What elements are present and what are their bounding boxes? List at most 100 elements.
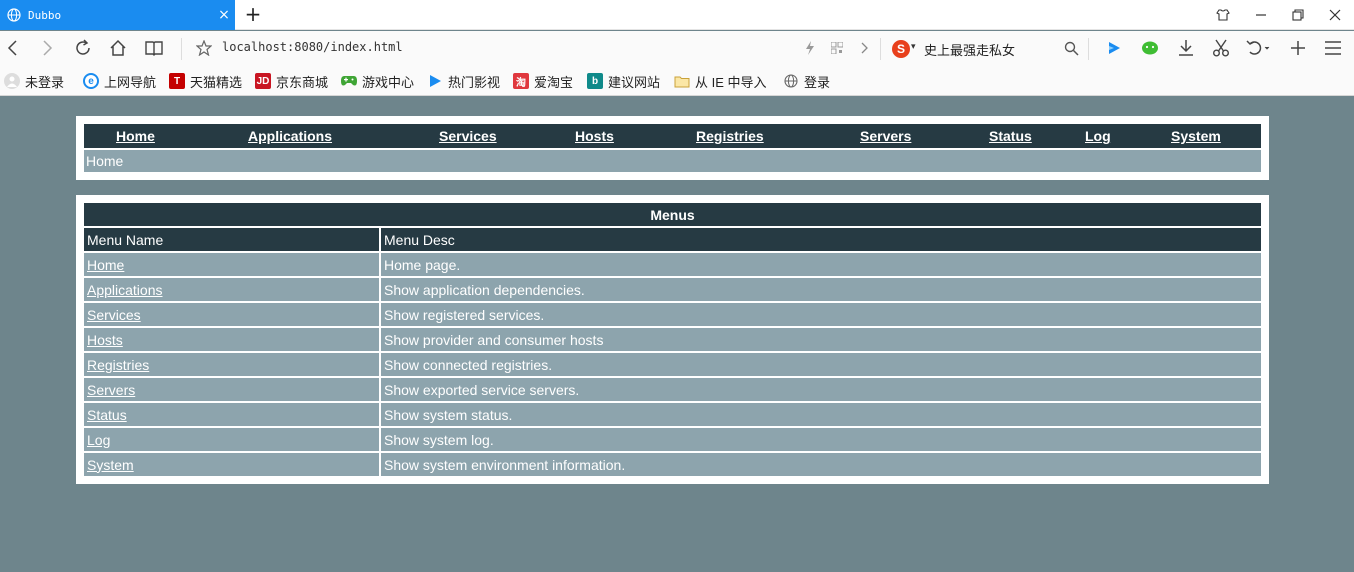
forward-icon[interactable] — [34, 35, 60, 61]
menu-icon[interactable] — [1320, 35, 1346, 61]
menu-link-home[interactable]: Home — [87, 257, 124, 273]
nav-registries[interactable]: Registries — [696, 128, 764, 144]
menu-link-status[interactable]: Status — [87, 407, 127, 423]
menu-desc: Show connected registries. — [381, 353, 1261, 378]
skin-icon[interactable] — [1205, 0, 1241, 30]
nav-panel: Home Applications Services Hosts Registr… — [76, 116, 1269, 180]
table-row: Services Show registered services. — [84, 303, 1261, 328]
new-tab-button[interactable]: + — [243, 4, 263, 26]
video-play-icon — [427, 73, 443, 89]
download-icon[interactable] — [1173, 35, 1199, 61]
menu-desc: Show system environment information. — [381, 453, 1261, 476]
nav-applications[interactable]: Applications — [248, 128, 332, 144]
nav-home[interactable]: Home — [116, 128, 155, 144]
taobao-icon: 淘 — [513, 73, 529, 89]
undo-icon[interactable] — [1245, 35, 1271, 61]
menu-link-servers[interactable]: Servers — [87, 382, 135, 398]
chevron-down-icon[interactable]: ▾ — [911, 41, 916, 52]
breadcrumb: Home — [84, 150, 1261, 172]
bookmark-games[interactable]: 游戏中心 — [341, 72, 414, 90]
table-row: Registries Show connected registries. — [84, 353, 1261, 378]
menu-link-registries[interactable]: Registries — [87, 357, 149, 373]
minimize-icon[interactable] — [1243, 0, 1279, 30]
header-menu-name: Menu Name — [84, 228, 381, 253]
gamepad-icon — [341, 73, 357, 89]
tab-dubbo[interactable]: Dubbo × — [0, 0, 235, 30]
table-row: Hosts Show provider and consumer hosts — [84, 328, 1261, 353]
table-row: Home Home page. — [84, 253, 1261, 278]
bookmark-video[interactable]: 热门影视 — [427, 72, 500, 90]
search-box[interactable]: S ▾ 史上最强走私女 — [888, 37, 1084, 61]
tab-close-icon[interactable]: × — [213, 7, 235, 23]
refresh-icon[interactable] — [70, 35, 96, 61]
table-row: Servers Show exported service servers. — [84, 378, 1261, 403]
jd-icon: JD — [255, 73, 271, 89]
close-icon[interactable] — [1317, 0, 1353, 30]
menu-link-system[interactable]: System — [87, 457, 134, 473]
header-menu-desc: Menu Desc — [381, 228, 1261, 253]
ie-icon: e — [83, 73, 99, 89]
menu-desc: Show system log. — [381, 428, 1261, 453]
add-icon[interactable] — [1285, 35, 1311, 61]
table-header-row: Menu Name Menu Desc — [84, 228, 1261, 253]
restore-icon[interactable] — [1280, 0, 1316, 30]
tab-title: Dubbo — [28, 8, 62, 22]
wechat-icon[interactable] — [1137, 35, 1163, 61]
bookmark-login[interactable]: 登录 — [783, 72, 830, 90]
table-row: Log Show system log. — [84, 428, 1261, 453]
globe-icon — [5, 6, 23, 24]
table-row: Applications Show application dependenci… — [84, 278, 1261, 303]
table-row: System Show system environment informati… — [84, 453, 1261, 476]
menu-link-hosts[interactable]: Hosts — [87, 332, 123, 348]
bookmark-suggested[interactable]: b 建议网站 — [587, 72, 660, 90]
back-icon[interactable] — [0, 35, 26, 61]
toolbar-divider — [1088, 38, 1089, 60]
bing-icon: b — [587, 73, 603, 89]
nav-servers[interactable]: Servers — [860, 128, 911, 144]
main-nav: Home Applications Services Hosts Registr… — [84, 124, 1261, 148]
nav-system[interactable]: System — [1171, 128, 1221, 144]
scissors-icon[interactable] — [1208, 35, 1234, 61]
toolbar-divider — [880, 38, 881, 60]
nav-log[interactable]: Log — [1085, 128, 1111, 144]
toolbar-divider — [181, 38, 182, 60]
reader-icon[interactable] — [141, 35, 167, 61]
table-row: Status Show system status. — [84, 403, 1261, 428]
menus-caption: Menus — [84, 203, 1261, 228]
bookmark-nav[interactable]: e 上网导航 — [83, 72, 156, 90]
menu-link-services[interactable]: Services — [87, 307, 141, 323]
search-icon[interactable] — [1058, 35, 1084, 61]
menus-table: Menus Menu Name Menu Desc Home Home page… — [84, 203, 1261, 476]
nav-status[interactable]: Status — [989, 128, 1032, 144]
menu-desc: Show system status. — [381, 403, 1261, 428]
menu-link-applications[interactable]: Applications — [87, 282, 163, 298]
bookmarks-bar: 未登录 e 上网导航 T 天猫精选 JD 京东商城 游戏中心 热门影视 淘 爱淘… — [0, 66, 1354, 96]
avatar-icon — [4, 73, 20, 89]
menu-desc: Show application dependencies. — [381, 278, 1261, 303]
menus-panel: Menus Menu Name Menu Desc Home Home page… — [76, 195, 1269, 484]
bookmark-jd[interactable]: JD 京东商城 — [255, 72, 328, 90]
nav-hosts[interactable]: Hosts — [575, 128, 614, 144]
home-icon[interactable] — [105, 35, 131, 61]
tmall-icon: T — [169, 73, 185, 89]
search-input[interactable]: 史上最强走私女 — [924, 40, 1015, 59]
nav-services[interactable]: Services — [439, 128, 497, 144]
menu-desc: Show provider and consumer hosts — [381, 328, 1261, 353]
bookmark-tmall[interactable]: T 天猫精选 — [169, 72, 242, 90]
bookmark-import-ie[interactable]: 从 IE 中导入 — [674, 72, 767, 90]
globe-icon — [783, 73, 799, 89]
address-bar[interactable]: localhost:8080/index.html — [222, 40, 403, 54]
chevron-right-icon[interactable] — [851, 35, 877, 61]
sogou-search-engine-icon[interactable]: S — [892, 40, 910, 58]
lightning-icon[interactable] — [797, 35, 823, 61]
star-icon[interactable] — [191, 35, 217, 61]
menu-desc: Show registered services. — [381, 303, 1261, 328]
bookmark-login-status[interactable]: 未登录 — [4, 72, 64, 90]
menu-link-log[interactable]: Log — [87, 432, 110, 448]
folder-icon — [674, 73, 690, 89]
bookmark-taobao[interactable]: 淘 爱淘宝 — [513, 72, 573, 90]
video-play-icon[interactable] — [1101, 35, 1127, 61]
qrcode-icon[interactable] — [824, 35, 850, 61]
browser-toolbar: localhost:8080/index.html S ▾ 史上最强走私女 — [0, 31, 1354, 66]
menu-desc: Show exported service servers. — [381, 378, 1261, 403]
